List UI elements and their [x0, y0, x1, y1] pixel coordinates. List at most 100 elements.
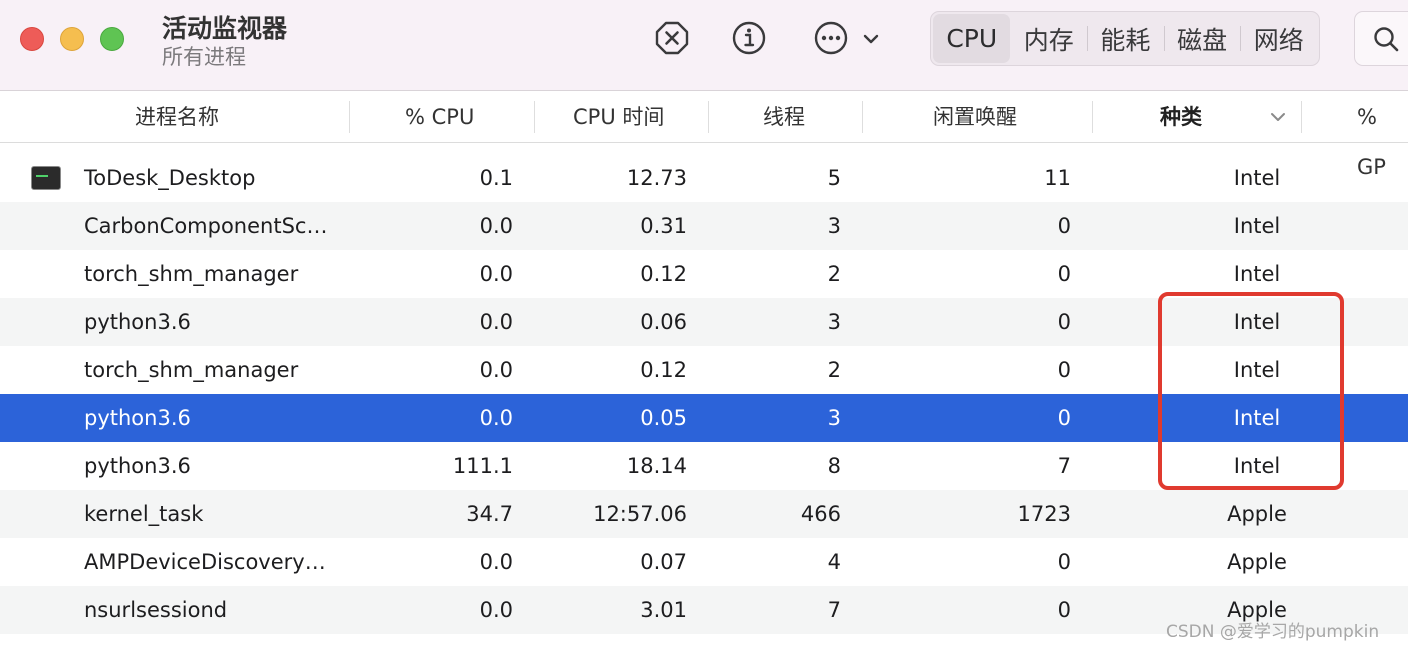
- column-kind[interactable]: 种类: [1160, 92, 1202, 142]
- column-divider[interactable]: [862, 101, 863, 133]
- thread-count: 2: [827, 262, 841, 286]
- column-process-name[interactable]: 进程名称: [135, 92, 219, 142]
- sort-descending-icon[interactable]: [1268, 107, 1288, 127]
- cpu-percent: 0.0: [479, 262, 513, 286]
- info-icon[interactable]: [731, 20, 767, 56]
- thread-count: 4: [827, 550, 841, 574]
- idle-wakeups: 0: [1057, 214, 1071, 238]
- cpu-time: 0.07: [640, 550, 687, 574]
- process-kind: Intel: [1233, 358, 1281, 382]
- process-kind: Intel: [1233, 262, 1281, 286]
- cpu-time: 0.12: [640, 358, 687, 382]
- tab-cpu[interactable]: CPU: [933, 14, 1011, 63]
- thread-count: 3: [827, 310, 841, 334]
- process-kind: Intel: [1233, 406, 1281, 430]
- cpu-time: 12:57.06: [593, 502, 687, 526]
- tab-memory[interactable]: 内存: [1010, 14, 1087, 63]
- process-name: python3.6: [84, 406, 191, 430]
- column-gpu-percent[interactable]: % GP: [1357, 92, 1408, 179]
- view-tabs: CPU 内存 能耗 磁盘 网络: [930, 11, 1320, 66]
- tab-disk[interactable]: 磁盘: [1163, 14, 1241, 63]
- process-name: kernel_task: [84, 502, 204, 526]
- terminal-app-icon: [31, 166, 61, 190]
- column-divider[interactable]: [1301, 101, 1302, 133]
- zoom-window-button[interactable]: [100, 27, 124, 51]
- process-name: torch_shm_manager: [84, 262, 299, 286]
- column-divider[interactable]: [349, 101, 350, 133]
- process-kind: Intel: [1233, 214, 1281, 238]
- process-kind: Intel: [1233, 454, 1281, 478]
- idle-wakeups: 0: [1057, 406, 1071, 430]
- ellipsis-circle-icon[interactable]: [813, 20, 849, 56]
- process-name: python3.6: [84, 454, 191, 478]
- table-row[interactable]: kernel_task 34.7 12:57.06 466 1723 Apple: [0, 490, 1408, 538]
- cpu-percent: 34.7: [466, 502, 513, 526]
- table-row[interactable]: CarbonComponentSc… 0.0 0.31 3 0 Intel: [0, 202, 1408, 250]
- idle-wakeups: 0: [1057, 550, 1071, 574]
- process-kind: Apple: [1227, 550, 1287, 574]
- search-field[interactable]: [1354, 11, 1408, 66]
- table-row[interactable]: ToDesk_Desktop 0.1 12.73 5 11 Intel: [0, 154, 1408, 202]
- table-row[interactable]: AMPDeviceDiscovery… 0.0 0.07 4 0 Apple: [0, 538, 1408, 586]
- column-divider[interactable]: [1092, 101, 1093, 133]
- table-header: 进程名称 % CPU CPU 时间 线程 闲置唤醒 种类 % GP: [0, 92, 1408, 179]
- cpu-time: 0.12: [640, 262, 687, 286]
- cpu-percent: 0.0: [479, 310, 513, 334]
- process-name: AMPDeviceDiscovery…: [84, 550, 326, 574]
- process-name: python3.6: [84, 310, 191, 334]
- idle-wakeups: 0: [1057, 358, 1071, 382]
- column-divider[interactable]: [534, 101, 535, 133]
- stop-process-icon[interactable]: [654, 20, 690, 56]
- thread-count: 3: [827, 406, 841, 430]
- column-threads[interactable]: 线程: [763, 92, 805, 142]
- window-subtitle: 所有进程: [162, 45, 246, 69]
- process-name: torch_shm_manager: [84, 358, 299, 382]
- chevron-down-icon[interactable]: [860, 28, 882, 50]
- toolbar: 活动监视器 所有进程 CPU 内存 能耗 磁盘 网络: [0, 0, 1408, 91]
- column-idle-wakeups[interactable]: 闲置唤醒: [933, 92, 1017, 142]
- minimize-window-button[interactable]: [60, 27, 84, 51]
- tab-energy[interactable]: 能耗: [1087, 14, 1164, 63]
- cpu-time: 0.06: [640, 310, 687, 334]
- table-row[interactable]: torch_shm_manager 0.0 0.12 2 0 Intel: [0, 346, 1408, 394]
- process-kind: Intel: [1233, 310, 1281, 334]
- cpu-percent: 0.0: [479, 550, 513, 574]
- idle-wakeups: 0: [1057, 310, 1071, 334]
- thread-count: 5: [827, 166, 841, 190]
- table-row[interactable]: python3.6 111.1 18.14 8 7 Intel: [0, 442, 1408, 490]
- column-divider[interactable]: [708, 101, 709, 133]
- cpu-percent: 0.0: [479, 214, 513, 238]
- cpu-percent: 111.1: [452, 454, 513, 478]
- table-row[interactable]: torch_shm_manager 0.0 0.12 2 0 Intel: [0, 250, 1408, 298]
- thread-count: 7: [827, 598, 841, 622]
- column-cpu-percent[interactable]: % CPU: [405, 92, 474, 142]
- watermark: CSDN @爱学习的pumpkin: [1166, 622, 1380, 642]
- process-kind: Intel: [1233, 166, 1281, 190]
- process-name: nsurlsessiond: [84, 598, 228, 622]
- idle-wakeups: 7: [1057, 454, 1071, 478]
- idle-wakeups: 1723: [1017, 502, 1071, 526]
- thread-count: 3: [827, 214, 841, 238]
- table-row[interactable]: python3.6 0.0 0.06 3 0 Intel: [0, 298, 1408, 346]
- cpu-time: 12.73: [626, 166, 687, 190]
- process-kind: Apple: [1227, 502, 1287, 526]
- close-window-button[interactable]: [20, 27, 44, 51]
- idle-wakeups: 0: [1057, 598, 1071, 622]
- column-cpu-time[interactable]: CPU 时间: [573, 92, 664, 142]
- cpu-percent: 0.1: [479, 166, 513, 190]
- cpu-time: 0.31: [640, 214, 687, 238]
- tab-network[interactable]: 网络: [1240, 14, 1317, 63]
- idle-wakeups: 0: [1057, 262, 1071, 286]
- thread-count: 466: [800, 502, 841, 526]
- cpu-time: 0.05: [640, 406, 687, 430]
- process-name: ToDesk_Desktop: [84, 166, 256, 190]
- process-name: CarbonComponentSc…: [84, 214, 328, 238]
- thread-count: 8: [827, 454, 841, 478]
- cpu-percent: 0.0: [479, 358, 513, 382]
- process-table: ToDesk_Desktop 0.1 12.73 5 11 Intel Carb…: [0, 154, 1408, 634]
- window-title: 活动监视器: [162, 14, 288, 43]
- cpu-percent: 0.0: [479, 598, 513, 622]
- idle-wakeups: 11: [1044, 166, 1071, 190]
- cpu-time: 3.01: [640, 598, 687, 622]
- table-row-selected[interactable]: python3.6 0.0 0.05 3 0 Intel: [0, 394, 1408, 442]
